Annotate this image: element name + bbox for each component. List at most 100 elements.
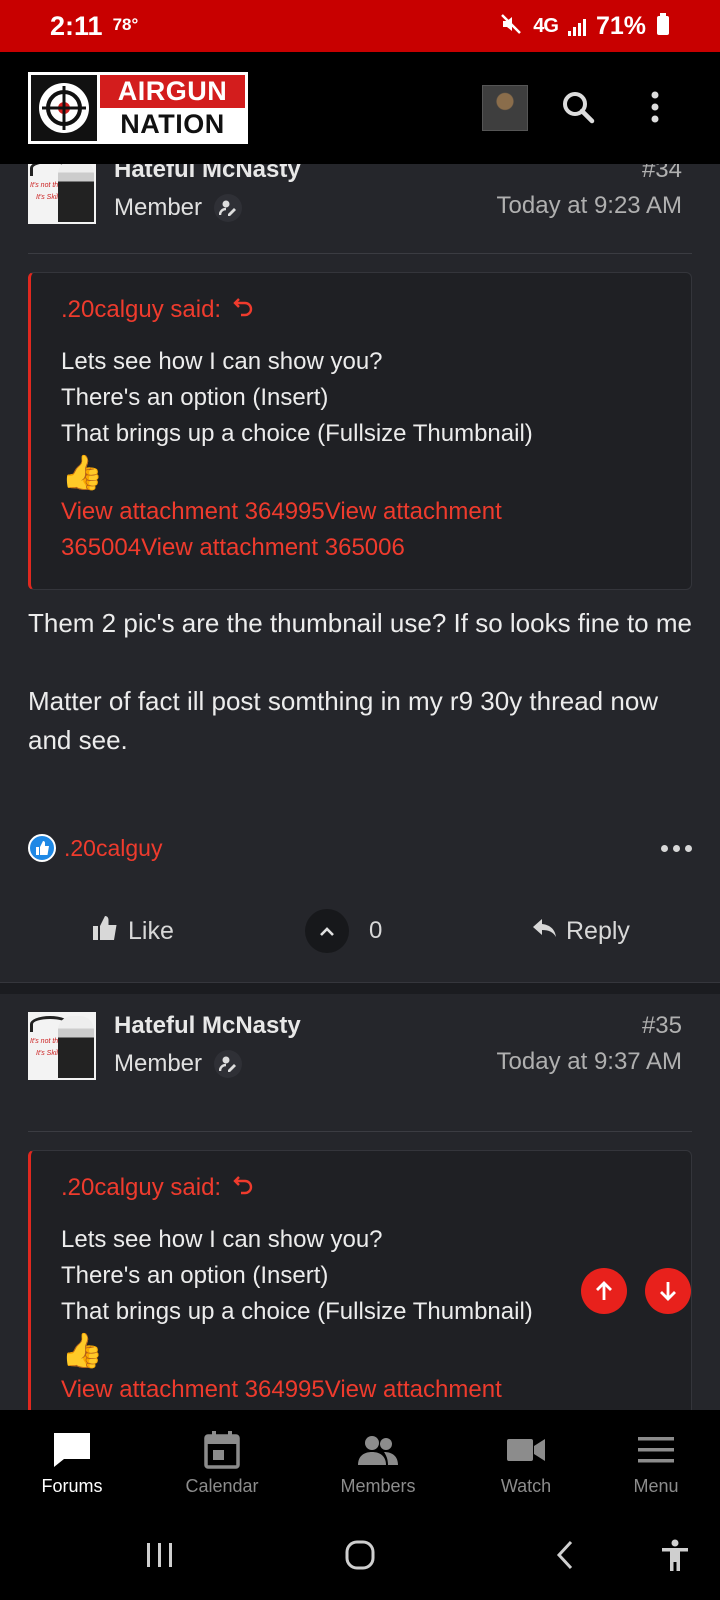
status-bar: 2:11 78° 4G 71% xyxy=(0,0,720,52)
quote-author: .20calguy said: xyxy=(61,1173,222,1201)
status-icons: 4G 71% xyxy=(499,12,670,41)
quote-line: Lets see how I can show you? xyxy=(61,348,383,375)
scroll-up-button[interactable] xyxy=(581,1268,627,1314)
user-avatar[interactable] xyxy=(482,85,528,131)
quote-line: That brings up a choice (Fullsize Thumbn… xyxy=(61,1298,533,1325)
bottom-navigation: Forums Calendar Members Watch Menu xyxy=(0,1410,720,1510)
nav-label: Menu xyxy=(633,1476,679,1496)
upvote-chevron-icon[interactable] xyxy=(305,909,349,953)
thread-content[interactable]: It's not the gun. It's Skill! Hateful Mc… xyxy=(0,164,720,1410)
post-divider xyxy=(28,253,692,254)
post-separator xyxy=(0,982,720,994)
attachment-link[interactable]: View attachment 364995View attachment xyxy=(61,1372,661,1408)
reply-label: Reply xyxy=(566,916,630,945)
crosshair-logo-icon xyxy=(31,75,97,141)
nav-menu[interactable]: Menu xyxy=(596,1410,716,1510)
status-time: 2:11 xyxy=(50,10,103,41)
accessibility-icon[interactable] xyxy=(655,1532,695,1578)
post-date[interactable]: Today at 9:37 AM xyxy=(497,1048,682,1076)
scroll-down-button[interactable] xyxy=(645,1268,691,1314)
nav-watch[interactable]: Watch xyxy=(466,1410,586,1510)
site-logo[interactable]: AIRGUN NATION xyxy=(28,72,248,144)
nav-label: Forums xyxy=(41,1476,103,1496)
attachment-links[interactable]: View attachment 364995View attachment xyxy=(61,1372,661,1408)
back-icon[interactable] xyxy=(545,1532,585,1578)
reply-button[interactable]: Reply xyxy=(532,917,630,946)
network-type: 4G xyxy=(533,14,559,37)
attachment-links[interactable]: View attachment 364995View attachment 36… xyxy=(61,494,661,566)
reply-arrow-icon[interactable] xyxy=(233,295,255,324)
members-icon xyxy=(358,1426,398,1474)
post-author-avatar[interactable]: It's not the gun. It's Skill! xyxy=(28,164,96,224)
quote-attribution[interactable]: .20calguy said: xyxy=(61,1173,661,1202)
recent-apps-icon[interactable] xyxy=(140,1532,180,1578)
user-edit-icon xyxy=(214,1050,243,1078)
video-camera-icon xyxy=(507,1426,545,1474)
thumbs-up-emoji: 👍 xyxy=(61,454,104,492)
quote-attribution[interactable]: .20calguy said: xyxy=(61,295,661,324)
post-header: It's not the gun. It's Skill! Hateful Mc… xyxy=(28,1012,692,1102)
home-icon[interactable] xyxy=(340,1532,380,1578)
reactor-name[interactable]: .20calguy xyxy=(64,835,162,862)
vote-count: 0 xyxy=(369,917,383,944)
battery-percent: 71% xyxy=(595,11,646,40)
quote-block: .20calguy said: Lets see how I can show … xyxy=(28,272,692,590)
system-navigation xyxy=(0,1510,720,1600)
calendar-icon xyxy=(204,1426,240,1474)
nav-forums[interactable]: Forums xyxy=(12,1410,132,1510)
role-label: Member xyxy=(114,194,203,221)
quote-line: Lets see how I can show you? xyxy=(61,1226,383,1253)
vote-control: 0 xyxy=(305,909,382,953)
arrow-up-icon xyxy=(596,1281,612,1300)
nav-label: Watch xyxy=(500,1476,552,1496)
post-number[interactable]: #34 xyxy=(642,164,682,184)
quote-author: .20calguy said: xyxy=(61,295,222,323)
post-author-role: Member xyxy=(114,1050,243,1078)
quote-line: There's an option (Insert) xyxy=(61,384,329,411)
app-header: AIRGUN NATION xyxy=(0,52,720,164)
quote-text: Lets see how I can show you? There's an … xyxy=(61,1222,661,1408)
nav-label: Members xyxy=(340,1476,416,1496)
chat-bubble-icon xyxy=(52,1426,92,1474)
post-number[interactable]: #35 xyxy=(642,1012,682,1040)
reply-icon xyxy=(532,917,558,946)
quote-text: Lets see how I can show you? There's an … xyxy=(61,344,661,566)
post-paragraph: Matter of fact ill post somthing in my r… xyxy=(28,686,659,755)
post-actions: Like 0 Reply xyxy=(0,886,720,976)
status-temperature: 78° xyxy=(112,15,139,34)
post-divider xyxy=(28,1131,692,1132)
post-body: Them 2 pic's are the thumbnail use? If s… xyxy=(28,604,692,760)
like-reaction-icon xyxy=(28,834,56,862)
hamburger-menu-icon xyxy=(638,1426,674,1474)
post-date[interactable]: Today at 9:23 AM xyxy=(497,192,682,220)
more-options-icon[interactable] xyxy=(661,844,692,852)
app-root: 2:11 78° 4G 71% AIRGUN NATION It's not t… xyxy=(0,0,720,1600)
like-label: Like xyxy=(128,916,174,945)
nav-calendar[interactable]: Calendar xyxy=(162,1410,282,1510)
more-vertical-icon[interactable] xyxy=(630,82,680,132)
nav-label: Calendar xyxy=(185,1476,259,1496)
arrow-down-icon xyxy=(660,1282,676,1301)
post-header: It's not the gun. It's Skill! Hateful Mc… xyxy=(28,164,692,246)
post-author-name[interactable]: Hateful McNasty xyxy=(114,164,301,184)
reply-arrow-icon[interactable] xyxy=(233,1173,255,1202)
reactions-bar: .20calguy xyxy=(28,833,692,863)
user-edit-icon xyxy=(214,194,243,222)
mute-icon xyxy=(499,12,523,41)
nav-members[interactable]: Members xyxy=(318,1410,438,1510)
battery-icon xyxy=(656,12,670,40)
quote-line: There's an option (Insert) xyxy=(61,1262,329,1289)
logo-text-airgun: AIRGUN xyxy=(100,75,245,108)
attachment-link[interactable]: View attachment 364995View attachment xyxy=(61,494,661,530)
post-author-name[interactable]: Hateful McNasty xyxy=(114,1012,301,1040)
attachment-link[interactable]: 365004View attachment 365006 xyxy=(61,530,661,566)
thumbs-up-icon xyxy=(92,915,120,948)
signal-icon xyxy=(567,16,586,36)
quote-line: That brings up a choice (Fullsize Thumbn… xyxy=(61,420,533,447)
search-icon[interactable] xyxy=(553,82,603,132)
role-label: Member xyxy=(114,1050,203,1077)
post-author-avatar[interactable]: It's not the gun. It's Skill! xyxy=(28,1012,96,1080)
like-button[interactable]: Like xyxy=(92,915,174,948)
post-paragraph: Them 2 pic's are the thumbnail use? If s… xyxy=(28,608,692,638)
logo-text-nation: NATION xyxy=(100,108,245,141)
